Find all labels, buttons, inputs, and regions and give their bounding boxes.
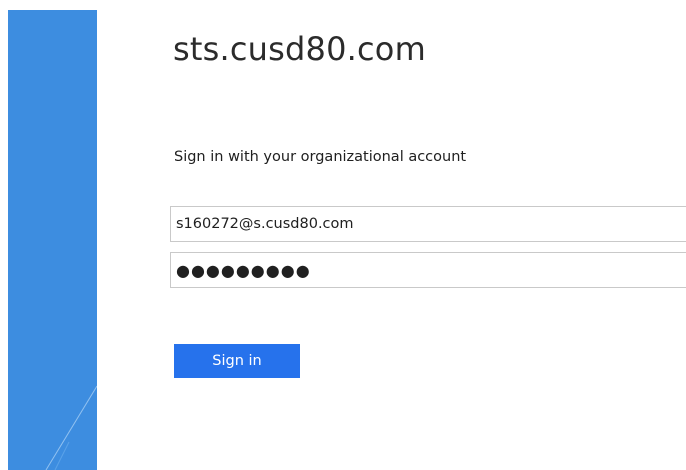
username-input[interactable] bbox=[170, 206, 686, 242]
sign-in-content: sts.cusd80.com Sign in with your organiz… bbox=[170, 0, 686, 470]
decorative-side-panel bbox=[8, 10, 97, 470]
password-input[interactable] bbox=[170, 252, 686, 288]
page-title: sts.cusd80.com bbox=[173, 30, 426, 68]
side-panel-graphic bbox=[8, 10, 97, 470]
sign-in-button[interactable]: Sign in bbox=[174, 344, 300, 378]
sign-in-instructions: Sign in with your organizational account bbox=[174, 149, 467, 165]
sign-in-page: sts.cusd80.com Sign in with your organiz… bbox=[0, 0, 686, 470]
